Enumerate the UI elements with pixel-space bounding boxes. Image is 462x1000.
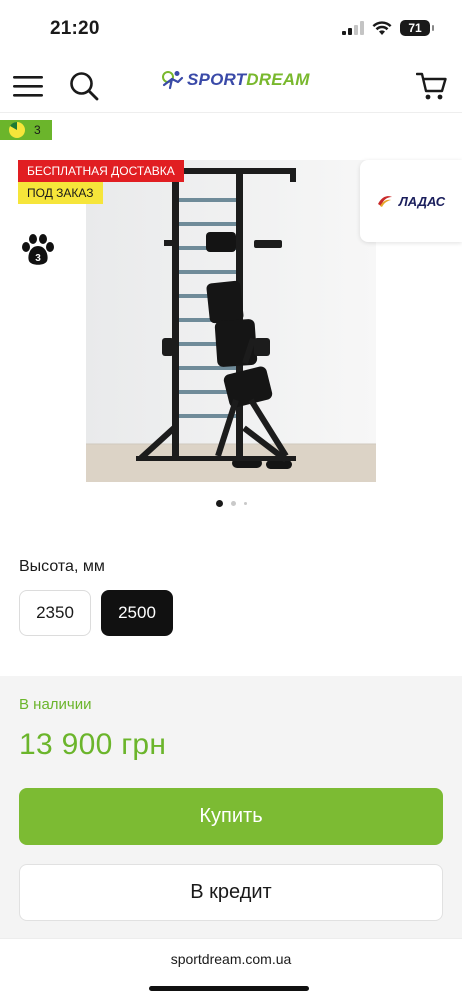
status-bar: 21:20 71 xyxy=(0,0,462,58)
cart-icon xyxy=(416,72,447,100)
buy-panel: В наличии 13 900 грн Купить В кредит xyxy=(0,676,462,938)
product-image xyxy=(86,160,376,482)
hamburger-menu-icon xyxy=(13,76,43,97)
product-photo[interactable] xyxy=(86,160,376,482)
url-text[interactable]: sportdream.com.ua xyxy=(0,951,462,967)
brand-swoosh-icon xyxy=(377,196,392,207)
search-icon xyxy=(70,72,99,101)
points-value: 3 xyxy=(34,123,41,137)
buy-button[interactable]: Купить xyxy=(19,788,443,845)
brand-name: ЛАДАС xyxy=(398,193,446,209)
product-gallery[interactable]: БЕСПЛАТНАЯ ДОСТАВКА ПОД ЗАКАЗ 3 3 ЛАДАС xyxy=(0,120,462,520)
pagination-dot-2[interactable] xyxy=(230,501,236,506)
pie-chart-icon xyxy=(9,122,25,138)
pagination-dot-3[interactable] xyxy=(243,502,247,505)
product-price: 13 900 грн xyxy=(19,728,167,761)
status-icons: 71 xyxy=(342,20,434,36)
browser-url-bar[interactable]: sportdream.com.ua xyxy=(0,938,462,1000)
wifi-icon xyxy=(372,20,392,35)
paw-icon: 3 xyxy=(22,234,54,265)
battery-level: 71 xyxy=(408,21,422,35)
free-delivery-badge: БЕСПЛАТНАЯ ДОСТАВКА xyxy=(18,160,184,182)
credit-button[interactable]: В кредит xyxy=(19,864,443,921)
logo-text-sport: SPORT xyxy=(187,70,247,89)
stock-status: В наличии xyxy=(19,696,92,713)
status-time: 21:20 xyxy=(50,18,100,39)
points-badge: 3 xyxy=(0,120,52,140)
logo-text-dream: DREAM xyxy=(246,70,310,89)
paw-level-number: 3 xyxy=(35,253,41,264)
signal-icon xyxy=(342,21,364,35)
menu-button[interactable] xyxy=(8,66,48,106)
pagination-dot-1[interactable] xyxy=(215,500,223,507)
battery-icon: 71 xyxy=(400,20,434,36)
height-option-2500[interactable]: 2500 xyxy=(101,590,173,636)
site-header: SPORTDREAM xyxy=(0,58,462,113)
gallery-pagination[interactable] xyxy=(0,500,462,507)
site-logo[interactable]: SPORTDREAM xyxy=(160,70,310,90)
home-indicator[interactable] xyxy=(149,986,309,991)
paw-badge: 3 xyxy=(20,232,56,268)
height-option-label: Высота, мм xyxy=(19,558,105,575)
on-order-badge: ПОД ЗАКАЗ xyxy=(18,182,103,204)
runner-logo-icon xyxy=(162,71,184,90)
cart-button[interactable] xyxy=(412,66,452,106)
brand-card[interactable]: ЛАДАС xyxy=(360,160,462,242)
height-option-2350[interactable]: 2350 xyxy=(19,590,91,636)
search-button[interactable] xyxy=(64,66,104,106)
